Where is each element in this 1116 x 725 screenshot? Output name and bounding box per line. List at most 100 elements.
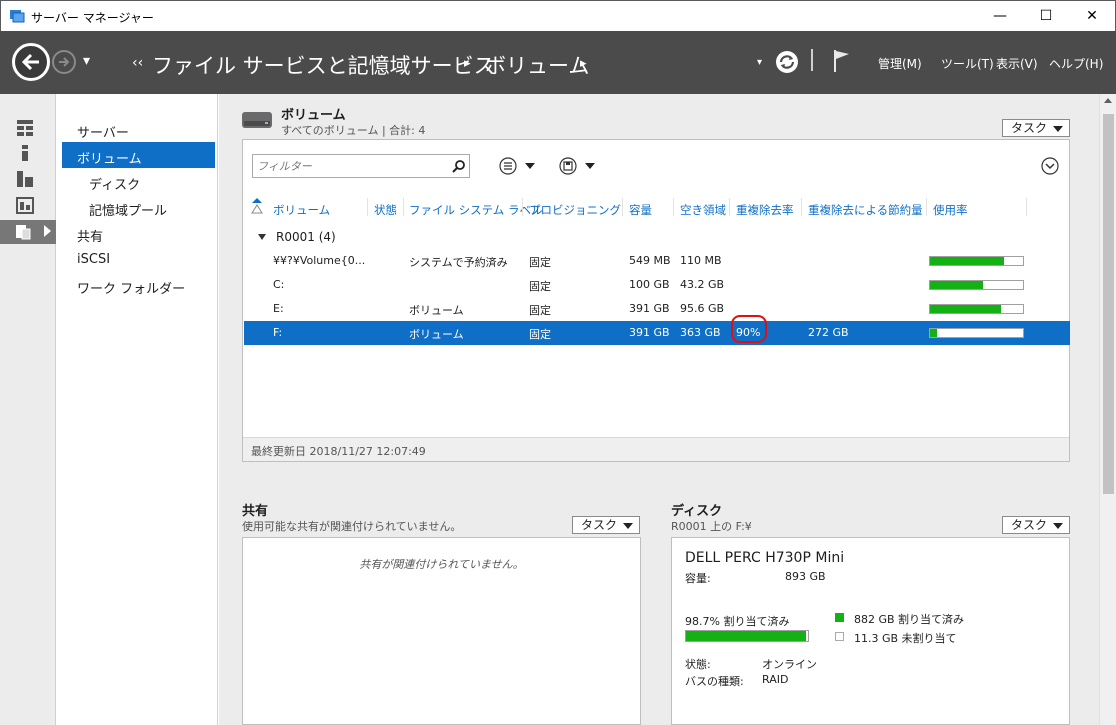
shares-tasks-button[interactable]: タスク [572, 516, 640, 534]
vertical-scrollbar[interactable] [1099, 94, 1116, 725]
menu-tools[interactable]: ツール(T) [941, 55, 994, 72]
nav-item-volumes[interactable]: ボリューム [77, 148, 142, 167]
group-collapse-icon[interactable] [258, 234, 266, 240]
disk-panel: DELL PERC H730P Mini 容量: 893 GB 98.7% 割り… [671, 537, 1070, 725]
nav-item-iscsi[interactable]: iSCSI [77, 252, 110, 267]
breadcrumb-dropdown-icon[interactable]: ▾ [757, 57, 762, 68]
column-header-dedup-savings[interactable]: 重複除去による節約量 [808, 202, 923, 218]
column-header-volume[interactable]: ボリューム [273, 202, 330, 218]
history-dropdown-icon[interactable]: ▾ [83, 53, 90, 69]
nav-item-servers[interactable]: サーバー [77, 122, 129, 141]
column-divider [801, 198, 802, 216]
column-header-free-space[interactable]: 空き領域 [680, 202, 726, 218]
cell-fs-label: ボリューム [409, 328, 464, 341]
table-row[interactable]: F: ボリューム 固定 391 GB 363 GB 90% 272 GB [244, 321, 1070, 345]
dashboard-icon[interactable] [16, 119, 34, 137]
breadcrumb-file-services[interactable]: ファイル サービスと記憶域サービス [152, 50, 495, 80]
disk-allocation-fill [686, 631, 806, 641]
breadcrumb-lead-icon: ‹‹ [132, 55, 144, 71]
cell-volume: E: [273, 302, 284, 315]
group-header-r0001[interactable]: R0001 (4) [276, 230, 336, 244]
menu-view[interactable]: 表示(V) [996, 55, 1038, 72]
usage-bar-fill [930, 329, 937, 337]
content-area: ボリューム すべてのボリューム | 合計: 4 タスク ボリューム 状態 ファイ… [219, 94, 1099, 725]
cell-free-space: 95.6 GB [680, 302, 725, 315]
all-servers-icon[interactable] [16, 170, 34, 188]
nav-item-storage-pools[interactable]: 記憶域プール [89, 200, 167, 219]
notifications-flag-icon[interactable] [832, 48, 852, 74]
breadcrumb-volumes[interactable]: ボリューム [485, 50, 589, 80]
dedup-rate-highlight [731, 315, 767, 343]
expand-collapse-icon[interactable] [1041, 157, 1059, 175]
cell-provisioning: 固定 [529, 256, 551, 269]
allocated-legend-swatch [835, 613, 844, 622]
menu-manage[interactable]: 管理(M) [878, 55, 922, 72]
local-server-icon[interactable] [16, 144, 34, 162]
table-row[interactable]: ¥¥?¥Volume{0... システムで予約済み 固定 549 MB 110 MB [244, 249, 1070, 273]
cell-dedup-savings: 272 GB [808, 326, 849, 339]
breadcrumb-separator-icon: ▸ [464, 56, 471, 71]
filter-input[interactable] [257, 158, 447, 174]
scroll-up-icon[interactable] [1104, 98, 1112, 103]
nav-item-disks[interactable]: ディスク [89, 174, 140, 193]
usage-bar [929, 256, 1024, 266]
cell-capacity: 391 GB [629, 302, 670, 315]
menu-help[interactable]: ヘルプ(H) [1049, 55, 1103, 72]
scrollbar-thumb[interactable] [1103, 114, 1114, 494]
volumes-panel: ボリューム 状態 ファイル システム ラベル プロビジョニング 容量 空き領域 … [242, 139, 1070, 462]
table-row[interactable]: E: ボリューム 固定 391 GB 95.6 GB [244, 297, 1070, 321]
save-query-icon[interactable] [559, 157, 599, 175]
column-divider [1026, 198, 1027, 216]
server-manager-icon [10, 10, 25, 23]
refresh-icon[interactable] [774, 49, 800, 75]
column-header-capacity[interactable]: 容量 [629, 202, 652, 218]
forward-button[interactable] [52, 50, 76, 74]
disk-allocation-bar [685, 630, 809, 642]
dropdown-arrow-icon [1053, 126, 1063, 132]
back-button[interactable] [12, 43, 50, 81]
navigation-bar: ▾ ‹‹ ファイル サービスと記憶域サービス ▸ ボリューム ▸ ▾ 管理(M)… [0, 31, 1116, 94]
expand-arrow-icon [44, 225, 51, 237]
disk-bus-label: バスの種類: [685, 675, 744, 688]
nav-item-work-folders[interactable]: ワーク フォルダー [77, 278, 185, 297]
server-group-icon[interactable] [16, 196, 34, 214]
forward-arrow-icon [59, 57, 70, 67]
disk-capacity-value: 893 GB [785, 570, 826, 583]
list-view-options-icon[interactable] [499, 157, 539, 175]
file-services-role-selected[interactable] [0, 220, 56, 244]
column-header-dedup-rate[interactable]: 重複除去率 [736, 202, 794, 218]
usage-bar-fill [930, 281, 983, 289]
table-row[interactable]: C: 固定 100 GB 43.2 GB [244, 273, 1070, 297]
close-button[interactable]: ✕ [1069, 1, 1115, 31]
toolbar-divider [811, 49, 813, 71]
cell-volume: F: [273, 326, 283, 339]
volumes-tasks-button[interactable]: タスク [1002, 119, 1070, 137]
cell-capacity: 549 MB [629, 254, 671, 267]
column-header-usage[interactable]: 使用率 [933, 202, 968, 218]
disk-capacity-label: 容量: [685, 572, 711, 585]
column-header-provisioning[interactable]: プロビジョニング [529, 202, 621, 218]
back-arrow-icon [21, 53, 39, 71]
shares-empty-message: 共有が関連付けられていません。 [359, 558, 524, 571]
column-divider [403, 198, 404, 216]
volumes-footer: 最終更新日 2018/11/27 12:07:49 [243, 437, 1069, 461]
column-divider [673, 198, 674, 216]
minimize-button[interactable]: — [977, 1, 1023, 31]
cell-fs-label: ボリューム [409, 304, 464, 317]
cell-free-space: 110 MB [680, 254, 722, 267]
search-icon[interactable] [452, 159, 466, 173]
usage-bar-fill [930, 257, 1004, 265]
column-header-status[interactable]: 状態 [374, 202, 397, 218]
maximize-button[interactable]: ☐ [1023, 1, 1069, 31]
filter-input-box[interactable] [252, 154, 470, 178]
volume-drive-icon [242, 112, 272, 128]
shares-panel: 共有が関連付けられていません。 [242, 537, 641, 725]
task-button-label: タスク [581, 518, 618, 532]
dropdown-arrow-icon [1053, 523, 1063, 529]
disk-tasks-button[interactable]: タスク [1002, 516, 1070, 534]
disk-name: DELL PERC H730P Mini [685, 550, 845, 566]
allocated-legend-text: 882 GB 割り当て済み [854, 613, 965, 626]
sort-warning-icon[interactable] [251, 198, 263, 214]
nav-item-shares[interactable]: 共有 [77, 226, 103, 245]
cell-free-space: 43.2 GB [680, 278, 725, 291]
